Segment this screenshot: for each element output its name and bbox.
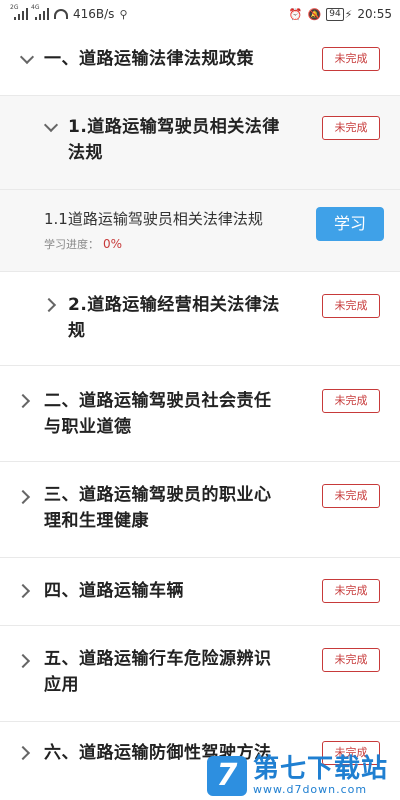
battery-level: 94 [326, 7, 344, 21]
section-item[interactable]: 五、道路运输行车危险源辨识 应用 未完成 [0, 626, 400, 722]
subsection-item[interactable]: 1.道路运输驾驶员相关法律 法规 未完成 [0, 96, 400, 190]
title-line: 应用 [44, 675, 79, 695]
signal-icon: 2G [10, 4, 28, 20]
subsection-title: 2.道路运输经营相关法律法 规 [68, 292, 280, 344]
section-item[interactable]: 三、道路运输驾驶员的职业心 理和生理健康 未完成 [0, 462, 400, 558]
status-badge: 未完成 [322, 389, 380, 413]
progress-text: 学习进度： 0% [44, 236, 122, 252]
chevron-right-icon [41, 297, 57, 313]
watermark-text: 第七下载站 www.d7down.com [253, 755, 388, 796]
battery-icon: 94 ⚡ [326, 7, 353, 21]
chevron-right-icon [15, 583, 31, 599]
chevron-right-icon [15, 489, 31, 505]
title-line: 与职业道德 [44, 417, 132, 437]
chevron-right-icon [15, 653, 31, 669]
section-item[interactable]: 四、道路运输车辆 未完成 [0, 558, 400, 626]
section-title: 五、道路运输行车危险源辨识 应用 [44, 646, 272, 698]
chevron-down-icon [43, 117, 59, 133]
title-line: 规 [68, 321, 86, 341]
chevron-right-icon [15, 393, 31, 409]
title-line: 法规 [68, 143, 103, 163]
title-line: 1.道路运输驾驶员相关法律 [68, 117, 280, 137]
section-title: 三、道路运输驾驶员的职业心 理和生理健康 [44, 482, 272, 534]
network-speed: 416B/s [73, 7, 115, 21]
lesson-item: 1.1道路运输驾驶员相关法律法规 学习进度： 0% 学习 [0, 190, 400, 272]
status-badge: 未完成 [322, 648, 380, 672]
usb-icon: ⚲ [119, 7, 128, 21]
wifi-icon [54, 9, 68, 19]
silent-icon: 🔕 [307, 7, 322, 21]
watermark-logo-icon: 7 [206, 756, 247, 796]
status-badge: 未完成 [322, 484, 380, 508]
status-left: 2G 4G 416B/s ⚲ [10, 4, 128, 21]
watermark-url: www.d7down.com [252, 783, 368, 796]
status-bar: 2G 4G 416B/s ⚲ ⏰ 🔕 94 ⚡ 20:55 [0, 0, 400, 28]
lesson-title: 1.1道路运输驾驶员相关法律法规 [44, 210, 263, 228]
section-item[interactable]: 一、道路运输法律法规政策 未完成 [0, 28, 400, 96]
title-line: 五、道路运输行车危险源辨识 [44, 649, 272, 669]
charging-icon: ⚡ [344, 7, 353, 21]
watermark: 7 第七下载站 www.d7down.com [206, 755, 388, 796]
status-badge: 未完成 [322, 294, 380, 318]
subsection-item[interactable]: 2.道路运输经营相关法律法 规 未完成 [0, 272, 400, 366]
title-line: 2.道路运输经营相关法律法 [68, 295, 280, 315]
status-right: ⏰ 🔕 94 ⚡ 20:55 [289, 7, 392, 21]
progress-value: 0% [103, 237, 123, 251]
title-line: 三、道路运输驾驶员的职业心 [44, 485, 272, 505]
status-badge: 未完成 [322, 116, 380, 140]
watermark-name: 第七下载站 [252, 754, 388, 784]
status-badge: 未完成 [322, 579, 380, 603]
signal-icon-2: 4G [31, 4, 49, 20]
status-badge: 未完成 [322, 47, 380, 71]
subsection-title: 1.道路运输驾驶员相关法律 法规 [68, 114, 280, 166]
section-title: 二、道路运输驾驶员社会责任 与职业道德 [44, 388, 272, 440]
section-item[interactable]: 二、道路运输驾驶员社会责任 与职业道德 未完成 [0, 366, 400, 462]
progress-label: 学习进度： [44, 238, 99, 251]
section-title: 一、道路运输法律法规政策 [44, 49, 254, 69]
title-line: 理和生理健康 [44, 511, 149, 531]
chevron-down-icon [19, 49, 35, 65]
study-button[interactable]: 学习 [316, 207, 384, 241]
clock: 20:55 [357, 7, 392, 21]
alarm-icon: ⏰ [288, 7, 303, 21]
title-line: 二、道路运输驾驶员社会责任 [44, 391, 272, 411]
chevron-right-icon [15, 745, 31, 761]
section-title: 四、道路运输车辆 [44, 581, 184, 601]
